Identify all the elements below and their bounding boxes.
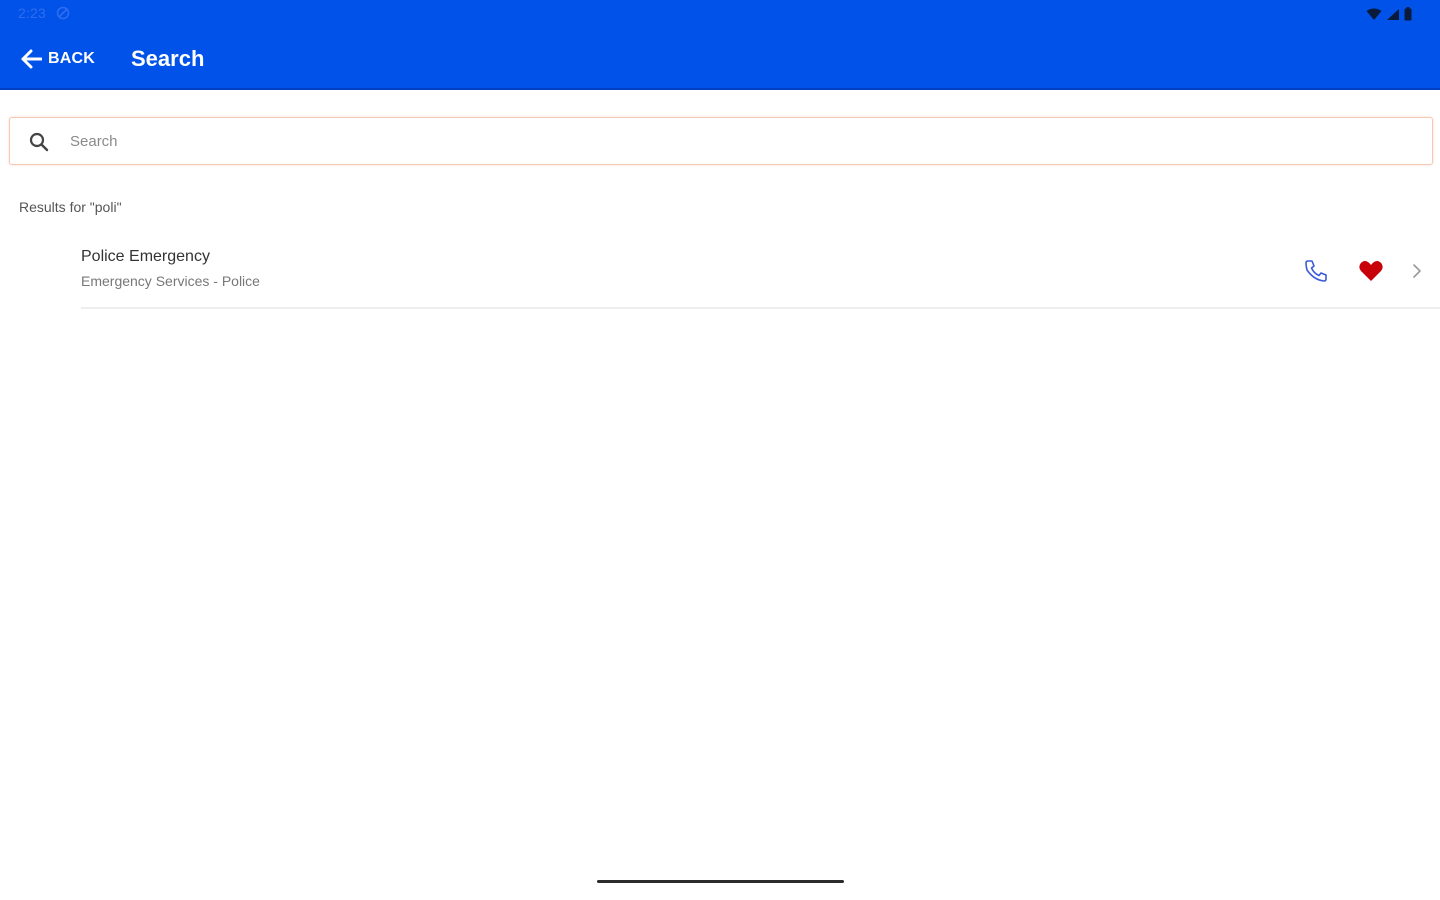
app-bar: 2:23 BACK Search [0,0,1440,90]
phone-icon[interactable] [1303,258,1329,284]
result-item-police-emergency[interactable]: Police Emergency Emergency Services - Po… [0,240,1440,310]
result-title: Police Emergency [81,248,210,265]
status-icons [1366,7,1412,21]
back-label: BACK [48,50,96,67]
result-divider [81,307,1440,309]
arrow-left-icon [21,49,42,69]
result-subtitle: Emergency Services - Police [81,273,260,289]
page-title: Search [131,46,205,71]
status-bar: 2:23 [0,0,1440,28]
signal-icon [1387,8,1399,20]
wifi-icon [1366,8,1382,20]
search-input[interactable] [70,124,1410,158]
search-box[interactable] [9,117,1433,165]
home-indicator[interactable] [597,880,844,883]
status-time: 2:23 [18,5,47,21]
results-label: Results for "poli" [19,199,122,215]
chevron-right-icon [1413,264,1421,278]
back-button[interactable]: BACK [20,44,95,74]
battery-icon [1404,7,1412,21]
search-icon [29,132,49,152]
heart-icon[interactable] [1358,259,1384,283]
do-not-disturb-icon [56,6,70,20]
